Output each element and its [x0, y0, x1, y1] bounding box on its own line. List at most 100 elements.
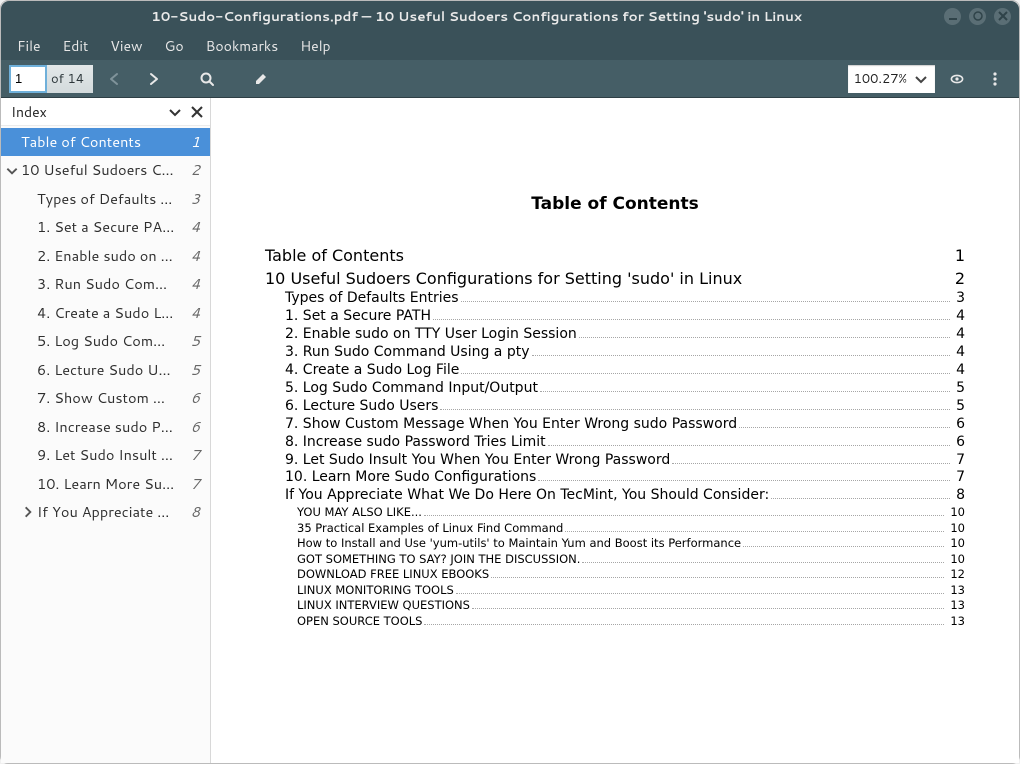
- toc-entry[interactable]: LINUX INTERVIEW QUESTIONS 13: [265, 598, 965, 614]
- outline-item-page: 5: [185, 330, 200, 352]
- toc-entry[interactable]: 8. Increase sudo Password Tries Limit6: [265, 434, 965, 452]
- outline-item-label: If You Appreciate …: [37, 501, 183, 523]
- toc-entry[interactable]: If You Appreciate What We Do Here On Tec…: [265, 487, 965, 505]
- toc-entry-label: 3. Run Sudo Command Using a pty: [285, 344, 530, 362]
- toc-entry-label: 6. Lecture Sudo Users: [285, 398, 438, 416]
- toc-entry[interactable]: 10 Useful Sudoers Configurations for Set…: [265, 267, 965, 290]
- zoom-level-dropdown[interactable]: 100.27%: [848, 65, 935, 93]
- toc-entry-page: 10: [946, 521, 965, 537]
- outline-item-page: 3: [185, 188, 200, 210]
- chevron-down-icon[interactable]: [5, 163, 19, 179]
- menu-edit[interactable]: Edit: [53, 32, 99, 60]
- outline-item[interactable]: 10. Learn More Su…7: [1, 470, 210, 498]
- outline-item[interactable]: 8. Increase sudo P…6: [1, 413, 210, 441]
- toc-leader-dots: [672, 463, 950, 464]
- outline-item[interactable]: Types of Defaults …3: [1, 185, 210, 213]
- menu-go[interactable]: Go: [155, 32, 194, 60]
- chevron-right-icon[interactable]: [21, 504, 35, 520]
- outline-item-page: 7: [185, 444, 200, 466]
- toc-entry[interactable]: 3. Run Sudo Command Using a pty4: [265, 344, 965, 362]
- document-view[interactable]: Table of Contents Table of Contents110 U…: [211, 98, 1019, 763]
- toc-entry[interactable]: 9. Let Sudo Insult You When You Enter Wr…: [265, 452, 965, 470]
- outline-item-page: 6: [185, 387, 200, 409]
- toc-entry[interactable]: 2. Enable sudo on TTY User Login Session…: [265, 326, 965, 344]
- next-page-button[interactable]: [137, 65, 169, 93]
- window-minimize-button[interactable]: [944, 8, 961, 25]
- prev-page-button[interactable]: [99, 65, 131, 93]
- toc-entry[interactable]: LINUX MONITORING TOOLS13: [265, 583, 965, 599]
- outline-item[interactable]: If You Appreciate …8: [1, 498, 210, 526]
- toc-entry[interactable]: 7. Show Custom Message When You Enter Wr…: [265, 416, 965, 434]
- zoom-level-label: 100.27%: [854, 70, 907, 88]
- outline-item-page: 2: [185, 159, 200, 181]
- toc-entry-page: 10: [946, 505, 965, 521]
- page-number-box: of 14: [9, 65, 93, 93]
- page-number-input[interactable]: [9, 65, 47, 93]
- toc-entry[interactable]: Table of Contents1: [265, 244, 965, 267]
- toc-entry-page: 13: [946, 598, 965, 614]
- toc-entry[interactable]: 6. Lecture Sudo Users5: [265, 398, 965, 416]
- toc-leader-dots: [579, 337, 950, 338]
- toc-entry[interactable]: GOT SOMETHING TO SAY? JOIN THE DISCUSSIO…: [265, 552, 965, 568]
- menu-bookmarks[interactable]: Bookmarks: [196, 32, 289, 60]
- toc-entry-label: LINUX INTERVIEW QUESTIONS: [297, 598, 470, 614]
- outline-item[interactable]: 2. Enable sudo on …4: [1, 242, 210, 270]
- toc-entry-label: 9. Let Sudo Insult You When You Enter Wr…: [285, 452, 670, 470]
- toc-entry-page: 7: [952, 469, 965, 487]
- page-total-label: of 14: [47, 65, 93, 93]
- toc-entry[interactable]: 1. Set a Secure PATH4: [265, 308, 965, 326]
- outline-item[interactable]: 7. Show Custom …6: [1, 384, 210, 412]
- outline-item[interactable]: 1. Set a Secure PA…4: [1, 213, 210, 241]
- toc-entry[interactable]: 10. Learn More Sudo Configurations7: [265, 469, 965, 487]
- outline-item[interactable]: 5. Log Sudo Com…5: [1, 327, 210, 355]
- menu-help[interactable]: Help: [290, 32, 340, 60]
- toc-entry-label: GOT SOMETHING TO SAY? JOIN THE DISCUSSIO…: [297, 552, 580, 568]
- sidebar-close-icon[interactable]: [188, 103, 206, 121]
- outline-item[interactable]: 4. Create a Sudo L…4: [1, 299, 210, 327]
- menubar: FileEditViewGoBookmarksHelp: [1, 31, 1019, 60]
- outline-item-label: 1. Set a Secure PA…: [37, 216, 183, 238]
- outline-item-label: 3. Run Sudo Com…: [37, 273, 183, 295]
- search-button[interactable]: [191, 65, 223, 93]
- toc-entry-label: 4. Create a Sudo Log File: [285, 362, 459, 380]
- menu-file[interactable]: File: [7, 32, 51, 60]
- toc-entry[interactable]: YOU MAY ALSO LIKE... 10: [265, 505, 965, 521]
- toc-leader-dots: [532, 355, 951, 356]
- outline-item[interactable]: Table of Contents1: [1, 128, 210, 156]
- edit-annotate-button[interactable]: [245, 65, 277, 93]
- toc-entry[interactable]: Types of Defaults Entries3: [265, 290, 965, 308]
- toc-leader-dots: [461, 301, 951, 302]
- toc-entry[interactable]: 35 Practical Examples of Linux Find Comm…: [265, 521, 965, 537]
- toc-leader-dots: [472, 608, 944, 609]
- menu-view[interactable]: View: [100, 32, 152, 60]
- toc-leader-dots: [440, 409, 950, 410]
- toc-entry-label: YOU MAY ALSO LIKE...: [297, 505, 422, 521]
- toc-entry-page: 8: [952, 487, 965, 505]
- outline-item[interactable]: 10 Useful Sudoers C…2: [1, 156, 210, 184]
- toc-entry[interactable]: 5. Log Sudo Command Input/Output5: [265, 380, 965, 398]
- toc-entry-label: 5. Log Sudo Command Input/Output: [285, 380, 538, 398]
- toc-entry-page: 12: [946, 567, 965, 583]
- menu-button[interactable]: [979, 65, 1011, 93]
- outline-item[interactable]: 3. Run Sudo Com…4: [1, 270, 210, 298]
- toc-entry[interactable]: DOWNLOAD FREE LINUX EBOOKS12: [265, 567, 965, 583]
- sidebar-collapse-icon[interactable]: [166, 103, 184, 121]
- toc-entry[interactable]: OPEN SOURCE TOOLS13: [265, 614, 965, 630]
- toc-entry[interactable]: How to Install and Use 'yum-utils' to Ma…: [265, 536, 965, 552]
- toc-entry-label: 8. Increase sudo Password Tries Limit: [285, 434, 546, 452]
- outline-item-page: 4: [185, 216, 200, 238]
- toc-entry[interactable]: 4. Create a Sudo Log File4: [265, 362, 965, 380]
- window-close-button[interactable]: [994, 8, 1011, 25]
- sidebar-title: Index: [11, 102, 162, 122]
- window-maximize-button[interactable]: [969, 8, 986, 25]
- toc-list: Table of Contents110 Useful Sudoers Conf…: [265, 244, 965, 629]
- toc-leader-dots: [739, 427, 950, 428]
- dual-page-button[interactable]: [941, 65, 973, 93]
- outline-tree: Table of Contents110 Useful Sudoers C…2T…: [1, 126, 210, 529]
- outline-item[interactable]: 9. Let Sudo Insult …7: [1, 441, 210, 469]
- outline-item-page: 4: [185, 302, 200, 324]
- toc-entry-page: 10: [946, 536, 965, 552]
- outline-item-label: 6. Lecture Sudo U…: [37, 359, 183, 381]
- outline-item-label: Table of Contents: [21, 131, 183, 153]
- outline-item[interactable]: 6. Lecture Sudo U…5: [1, 356, 210, 384]
